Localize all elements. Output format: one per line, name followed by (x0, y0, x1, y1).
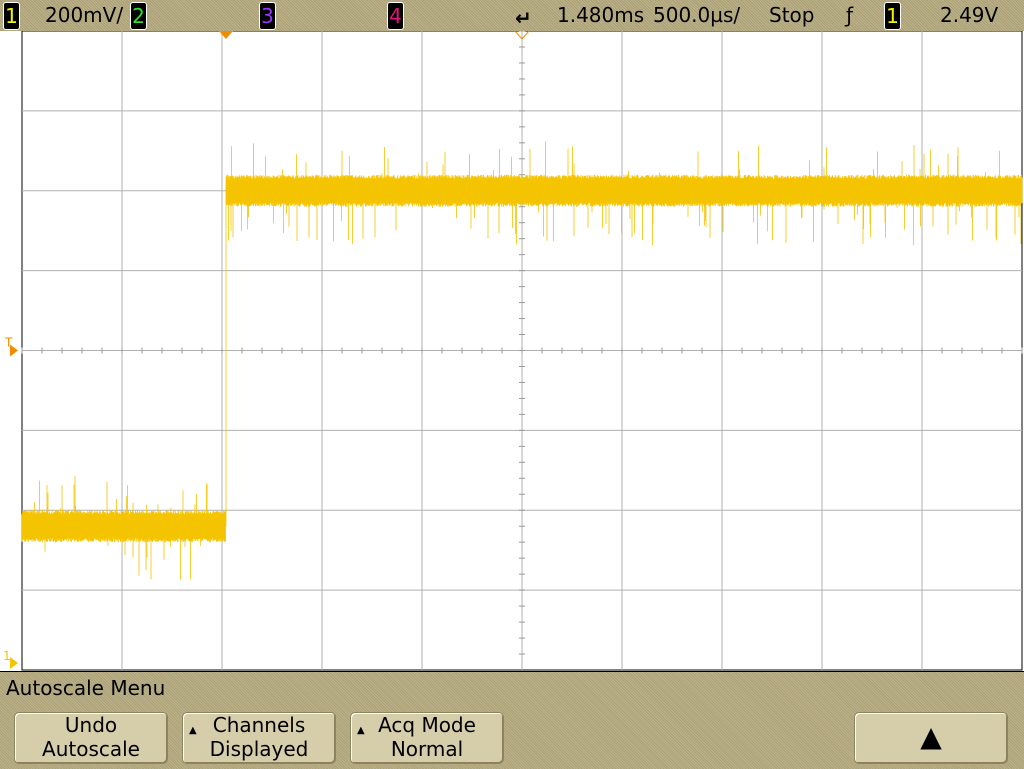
ground-marker (10, 657, 18, 669)
trigger-position-icon: ↵ (515, 6, 532, 30)
button-line-2: Displayed (209, 737, 309, 761)
button-line-1: Acq Mode (378, 713, 476, 737)
arrow-up-icon: ▲ (920, 720, 942, 753)
channel-1-scale: 200mV/ (45, 3, 124, 27)
time-delay: 1.480ms (557, 3, 645, 27)
channel-2-badge[interactable]: 2 (130, 2, 147, 30)
run-state: Stop (769, 3, 815, 27)
menu-title: Autoscale Menu (6, 676, 166, 700)
triangle-up-icon: ▲ (357, 725, 365, 736)
ground-marker-label: 1 (3, 649, 11, 663)
channel-3-badge[interactable]: 3 (259, 2, 276, 30)
triangle-up-icon: ▲ (189, 725, 197, 736)
acq-mode-button[interactable]: ▲ Acq Mode Normal (350, 712, 504, 764)
waveform-graticule: T1 (3, 31, 1023, 671)
trigger-level: 2.49V (940, 3, 999, 27)
undo-autoscale-button[interactable]: Undo Autoscale (14, 712, 168, 764)
waveform-display: T1 (0, 31, 1024, 671)
channels-displayed-button[interactable]: ▲ Channels Displayed (182, 712, 336, 764)
time-scale: 500.0µs/ (653, 3, 741, 27)
button-line-2: Autoscale (42, 737, 140, 761)
channel-1-badge[interactable]: 1 (3, 2, 20, 30)
rising-edge-icon: ƒ (846, 3, 854, 27)
trigger-source-badge[interactable]: 1 (884, 2, 901, 30)
channel-4-badge[interactable]: 4 (387, 2, 404, 30)
menu-up-button[interactable]: ▲ (854, 712, 1008, 764)
trigger-level-label: T (4, 336, 13, 350)
button-line-1: Channels (212, 713, 306, 737)
button-line-2: Normal (390, 737, 464, 761)
status-bar: 1 200mV/ 2 3 4 ↵ 1.480ms 500.0µs/ Stop ƒ… (0, 0, 1024, 31)
button-line-1: Undo (64, 713, 118, 737)
softkey-menu: Autoscale Menu Undo Autoscale ▲ Channels… (0, 671, 1024, 769)
